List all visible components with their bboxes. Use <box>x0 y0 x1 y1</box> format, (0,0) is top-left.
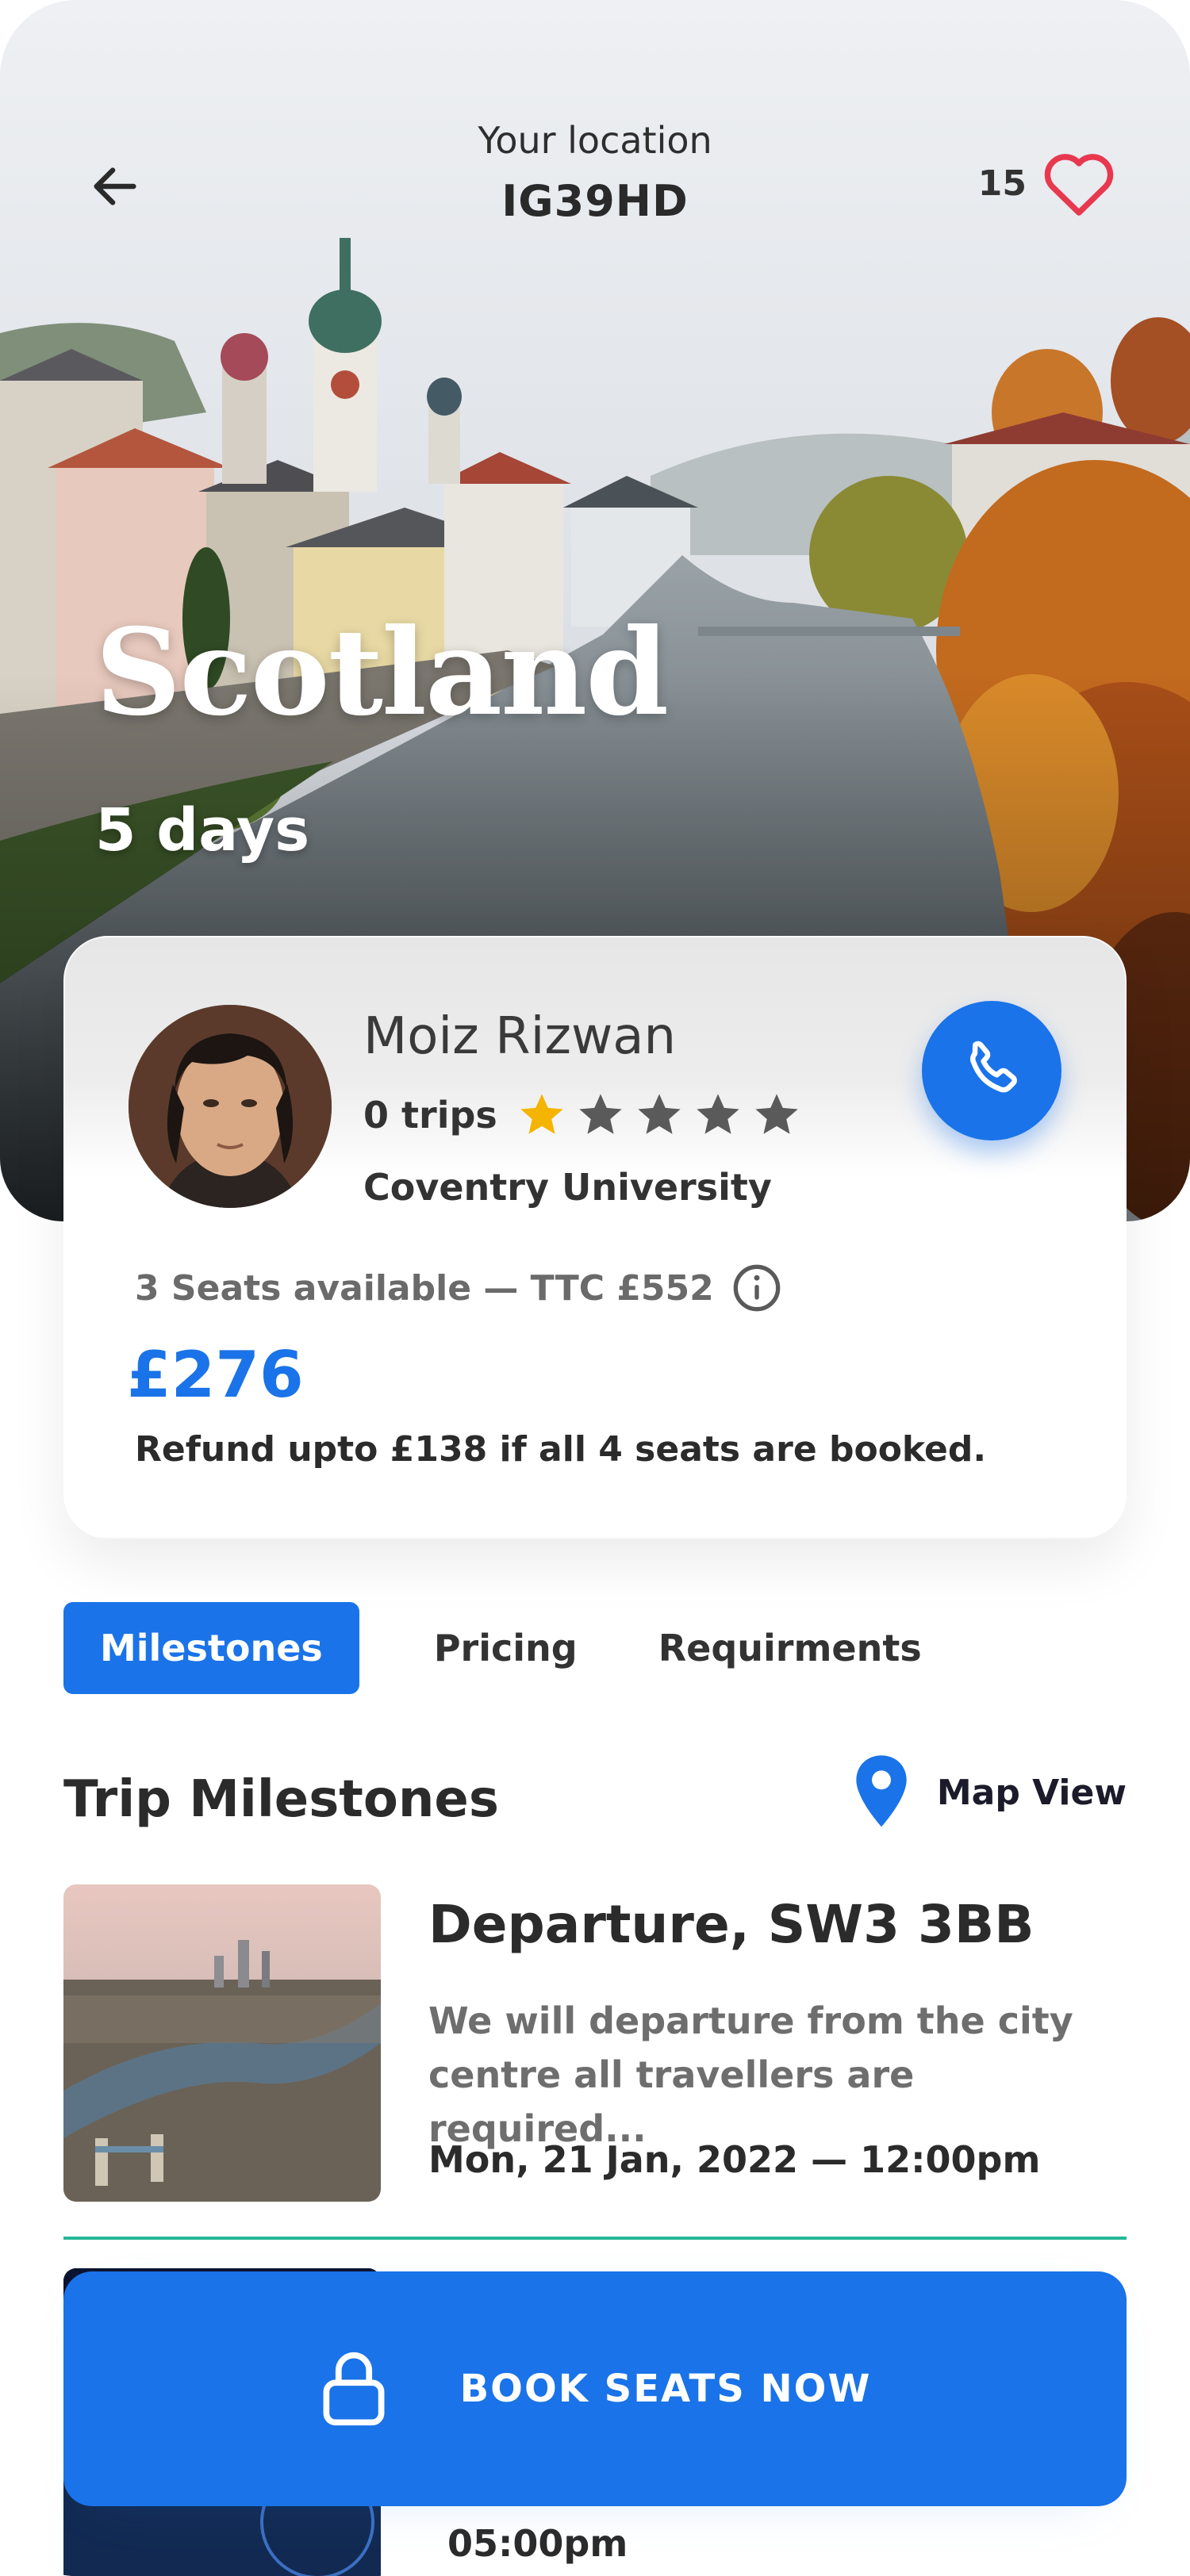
trips-count: 0 trips <box>363 1094 497 1137</box>
trip-duration: 5 days <box>95 796 310 864</box>
destination-title: Scotland <box>95 603 669 742</box>
seat-price: £276 <box>127 1338 304 1412</box>
lock-icon <box>323 2352 385 2426</box>
likes-count: 15 <box>977 163 1027 204</box>
seats-availability: 3 Seats available — TTC £552 <box>135 1263 782 1313</box>
city-aerial-image <box>63 1884 381 2202</box>
milestone-description: We will departure from the city centre a… <box>428 1999 1073 2150</box>
star-icon <box>520 1094 563 1134</box>
milestone-item[interactable]: Departure, SW3 3BB We will departure fro… <box>63 1884 1127 2202</box>
map-view-button[interactable]: Map View <box>848 1753 1127 1832</box>
screen: Your location IG39HD 15 Scotland 5 days … <box>0 0 1190 2576</box>
avatar <box>129 1005 332 1208</box>
driver-rating-row: 0 trips <box>363 1090 802 1140</box>
driver-card: Moiz Rizwan 0 trips Coventry University … <box>63 936 1127 1539</box>
call-button[interactable] <box>922 1001 1061 1140</box>
star-icon <box>579 1094 622 1134</box>
map-pin-icon <box>856 1755 907 1827</box>
refund-note: Refund upto £138 if all 4 seats are book… <box>135 1429 987 1470</box>
tab-requirements[interactable]: Requirments <box>622 1602 958 1694</box>
book-seats-button[interactable]: BOOK SEATS NOW <box>63 2271 1127 2506</box>
map-view-label: Map View <box>936 1772 1127 1813</box>
driver-name: Moiz Rizwan <box>363 1007 677 1066</box>
info-icon[interactable] <box>731 1263 782 1313</box>
star-icon <box>638 1094 681 1134</box>
driver-university: Coventry University <box>363 1166 772 1209</box>
milestone-title: Departure, SW3 3BB <box>428 1894 1035 1955</box>
seats-text: 3 Seats available — TTC £552 <box>135 1267 714 1309</box>
tab-pricing[interactable]: Pricing <box>397 1602 614 1694</box>
milestone-time: 05:00pm <box>447 2522 628 2565</box>
favorite-button[interactable]: 15 <box>978 149 1117 217</box>
heart-icon <box>1044 154 1114 216</box>
phone-icon <box>969 1041 1017 1093</box>
section-title: Trip Milestones <box>63 1770 499 1829</box>
star-icon <box>697 1094 739 1134</box>
tab-milestones[interactable]: Milestones <box>63 1602 359 1694</box>
tab-bar: Milestones Pricing Requirments <box>63 1602 958 1694</box>
milestone-time: Mon, 21 Jan, 2022 — 12:00pm <box>428 2138 1041 2181</box>
book-seats-label: BOOK SEATS NOW <box>459 2367 872 2411</box>
avatar-portrait <box>129 1005 332 1208</box>
milestone-divider <box>63 2237 1127 2240</box>
star-icon <box>755 1094 798 1134</box>
milestone-thumbnail <box>63 1884 381 2202</box>
